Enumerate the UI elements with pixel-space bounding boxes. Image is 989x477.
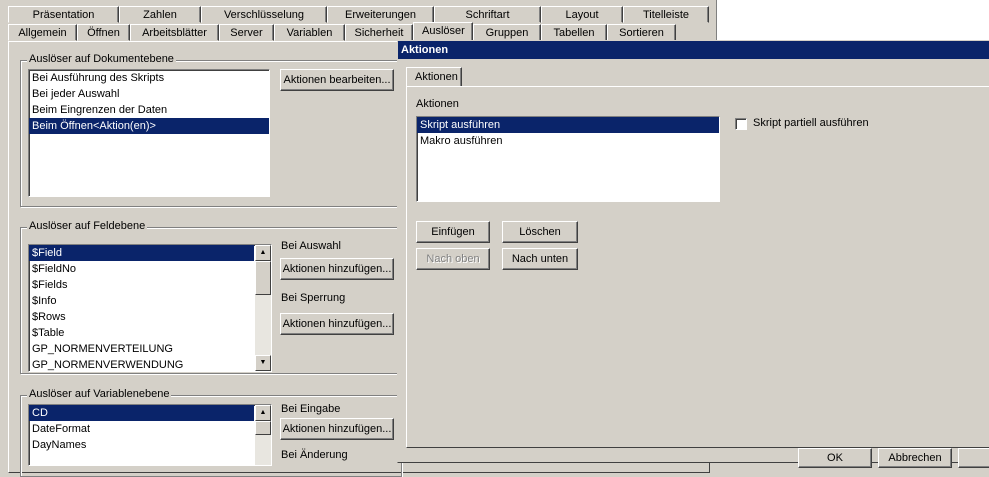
actions-list[interactable]: Skript ausführen Makro ausführen	[416, 116, 720, 202]
list-item[interactable]: $Fields	[29, 277, 271, 293]
actions-list-label: Aktionen	[416, 98, 459, 110]
list-item[interactable]: Makro ausführen	[417, 133, 719, 149]
variable-list[interactable]: CD DateFormat DayNames ▲	[28, 404, 272, 466]
list-item-selected[interactable]: CD	[29, 405, 254, 421]
tab-titelleiste[interactable]: Titelleiste	[623, 6, 709, 23]
scroll-up-icon[interactable]: ▲	[255, 245, 271, 261]
scroll-down-icon[interactable]: ▼	[255, 355, 271, 371]
background-window-area	[716, 0, 989, 41]
field-list[interactable]: $Field $FieldNo $Fields $Info $Rows $Tab…	[28, 244, 272, 372]
tab-praesentation[interactable]: Präsentation	[8, 6, 119, 23]
tab-ausloeser[interactable]: Auslöser	[413, 22, 473, 41]
list-item[interactable]: DayNames	[29, 437, 271, 453]
actions-dialog: Aktionen Aktionen Aktionen Skript ausfüh…	[397, 40, 989, 468]
help-button[interactable]	[958, 448, 989, 468]
tab-zahlen[interactable]: Zahlen	[119, 6, 201, 23]
on-lock-label: Bei Sperrung	[281, 292, 346, 304]
list-item-selected[interactable]: Skript ausführen	[417, 117, 719, 133]
field-list-scrollbar[interactable]: ▲ ▼	[255, 245, 271, 371]
list-item[interactable]: $Rows	[29, 309, 271, 325]
list-item[interactable]: Beim Eingrenzen der Daten	[29, 102, 269, 118]
scroll-thumb[interactable]	[255, 261, 271, 295]
list-item[interactable]: DateFormat	[29, 421, 271, 437]
variable-list-scrollbar[interactable]: ▲	[255, 405, 271, 465]
add-actions-on-select-button[interactable]: Aktionen hinzufügen...	[280, 258, 394, 280]
list-item-selected[interactable]: $Field	[29, 245, 254, 261]
partial-script-label: Skript partiell ausführen	[753, 117, 869, 129]
dialog-title-bar[interactable]: Aktionen	[398, 41, 989, 59]
scroll-up-icon[interactable]: ▲	[255, 405, 271, 421]
field-trigger-group-title: Auslöser auf Feldebene	[27, 220, 148, 232]
tab-layout[interactable]: Layout	[541, 6, 623, 23]
list-item[interactable]: GP_NORMENVERWENDUNG	[29, 357, 271, 371]
tab-allgemein[interactable]: Allgemein	[8, 24, 77, 41]
delete-button[interactable]: Löschen	[502, 221, 578, 243]
tab-erweiterungen[interactable]: Erweiterungen	[327, 6, 434, 23]
list-item[interactable]: GP_NORMENVERTEILUNG	[29, 341, 271, 357]
tab-gruppen[interactable]: Gruppen	[473, 24, 541, 41]
add-actions-on-lock-button[interactable]: Aktionen hinzufügen...	[280, 313, 394, 335]
tab-row-1: Präsentation Zahlen Verschlüsselung Erwe…	[8, 6, 709, 23]
add-actions-on-input-button[interactable]: Aktionen hinzufügen...	[280, 418, 394, 440]
edit-actions-button[interactable]: Aktionen bearbeiten...	[280, 69, 394, 91]
tab-sortieren[interactable]: Sortieren	[607, 24, 676, 41]
ok-button[interactable]: OK	[798, 448, 872, 468]
list-item-selected[interactable]: Beim Öffnen<Aktion(en)>	[29, 118, 269, 134]
tab-arbeitsblaetter[interactable]: Arbeitsblätter	[130, 24, 219, 41]
list-item[interactable]: $Table	[29, 325, 271, 341]
list-item[interactable]: Bei jeder Auswahl	[29, 86, 269, 102]
on-select-label: Bei Auswahl	[281, 240, 341, 252]
list-item[interactable]: Bei Ausführung des Skripts	[29, 70, 269, 86]
insert-button[interactable]: Einfügen	[416, 221, 490, 243]
tab-verschluesselung[interactable]: Verschlüsselung	[201, 6, 327, 23]
move-down-button[interactable]: Nach unten	[502, 248, 578, 270]
document-trigger-group-title: Auslöser auf Dokumentebene	[27, 53, 176, 65]
tab-schriftart[interactable]: Schriftart	[434, 6, 541, 23]
tab-variablen[interactable]: Variablen	[274, 24, 345, 41]
partial-script-checkbox[interactable]	[735, 118, 747, 130]
document-trigger-list[interactable]: Bei Ausführung des Skripts Bei jeder Aus…	[28, 69, 270, 197]
list-item[interactable]: $Info	[29, 293, 271, 309]
variable-trigger-group-title: Auslöser auf Variablenebene	[27, 388, 172, 400]
tab-server[interactable]: Server	[219, 24, 274, 41]
on-change-label: Bei Änderung	[281, 449, 348, 461]
tab-row-2: Allgemein Öffnen Arbeitsblätter Server V…	[8, 22, 676, 41]
dialog-tab-actions[interactable]: Aktionen	[406, 67, 462, 87]
list-item[interactable]: $FieldNo	[29, 261, 271, 277]
tab-sicherheit[interactable]: Sicherheit	[345, 24, 413, 41]
on-input-label: Bei Eingabe	[281, 403, 341, 415]
dialog-title: Aktionen	[401, 44, 449, 56]
tab-tabellen[interactable]: Tabellen	[541, 24, 607, 41]
move-up-button[interactable]: Nach oben	[416, 248, 490, 270]
tab-oeffnen[interactable]: Öffnen	[77, 24, 130, 41]
cancel-button[interactable]: Abbrechen	[878, 448, 952, 468]
scroll-thumb[interactable]	[255, 421, 271, 435]
